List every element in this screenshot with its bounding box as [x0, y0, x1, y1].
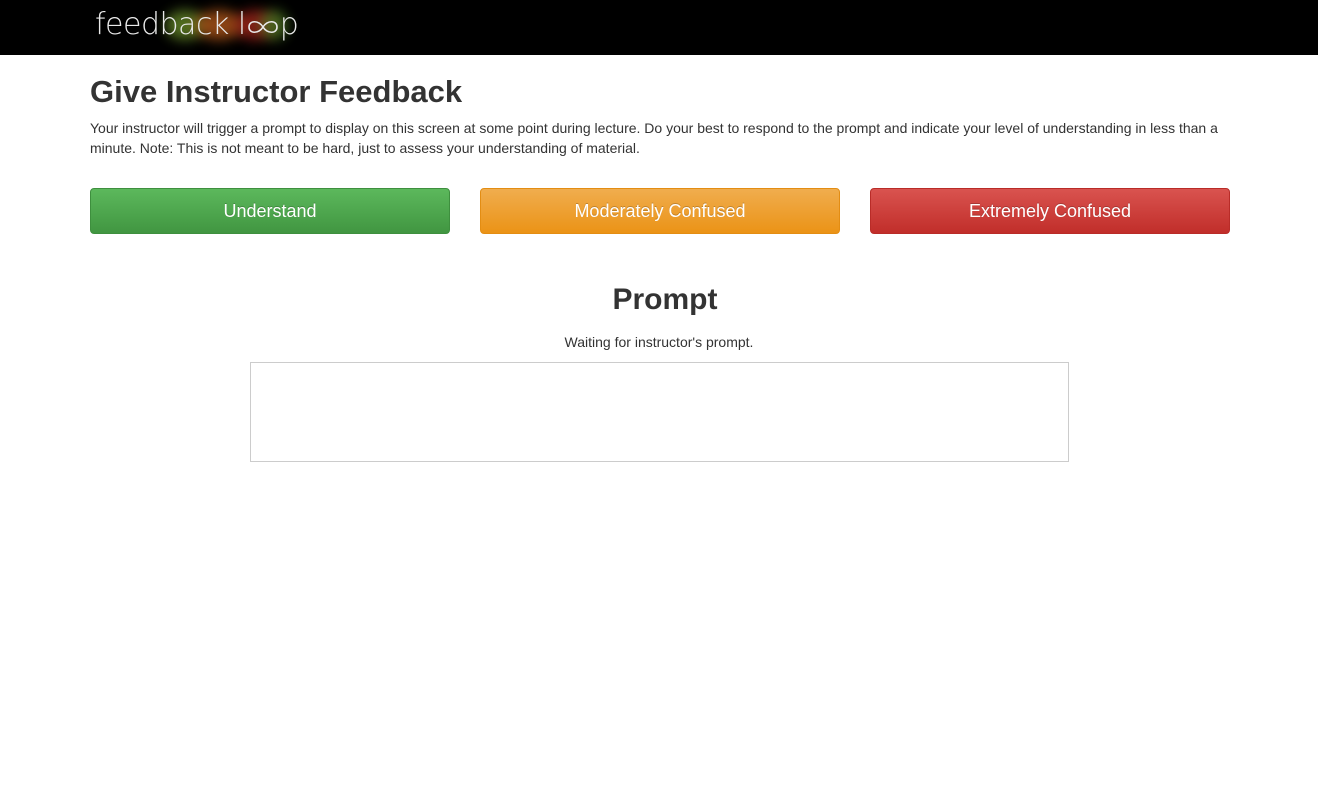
brand-text-start: feedback l: [95, 7, 246, 42]
brand-logo[interactable]: feedback l p: [95, 6, 299, 46]
brand-text-end: p: [279, 7, 299, 42]
infinity-icon: [246, 16, 280, 36]
prompt-answer-field[interactable]: [250, 362, 1069, 462]
understand-button[interactable]: Understand: [90, 188, 450, 234]
prompt-title: Prompt: [612, 283, 718, 316]
intro-text: Your instructor will trigger a prompt to…: [90, 120, 1218, 156]
moderately-confused-button[interactable]: Moderately Confused: [480, 188, 840, 234]
prompt-status: Waiting for instructor's prompt.: [564, 334, 754, 350]
page-title: Give Instructor Feedback: [90, 74, 463, 109]
extremely-confused-button[interactable]: Extremely Confused: [870, 188, 1230, 234]
navbar: feedback l p: [0, 0, 1318, 55]
brand-text: feedback l p: [95, 6, 299, 44]
